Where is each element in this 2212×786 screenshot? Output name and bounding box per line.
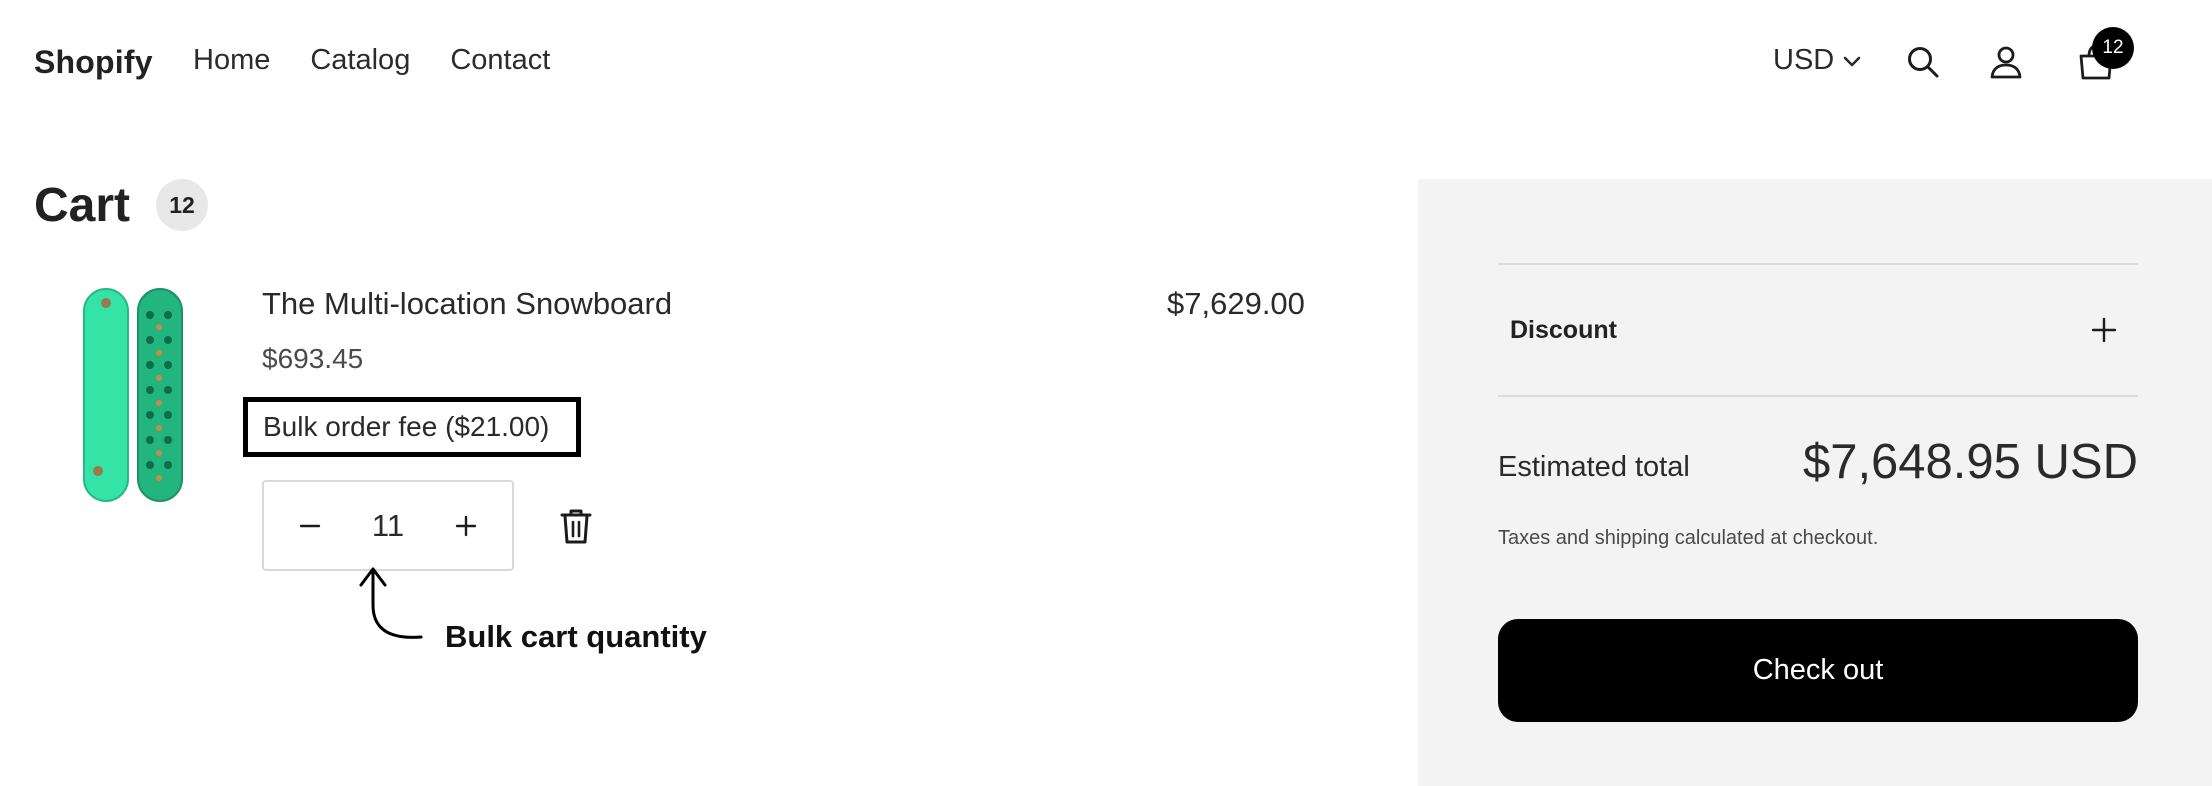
currency-label: USD [1773,44,1835,76]
cart-item-count-badge: 12 [156,179,208,231]
line-item-total: $7,629.00 [1167,286,1305,321]
discount-label: Discount [1510,315,1617,344]
site-header: Shopify Home Catalog Contact USD 12 [0,0,2212,125]
estimated-total-label: Estimated total [1498,451,1690,483]
summary-divider-bottom [1498,395,2138,397]
quantity-increase-button[interactable] [446,506,486,546]
nav-contact[interactable]: Contact [450,44,550,77]
estimated-total-value: $7,648.95 USD [1802,435,2138,489]
main-nav: Home Catalog Contact [193,44,550,77]
checkout-button[interactable]: Check out [1498,619,2138,722]
plus-icon [455,515,477,536]
quantity-stepper [262,480,514,571]
nav-home[interactable]: Home [193,44,270,77]
page-title: Cart [34,179,131,232]
plus-icon [2091,317,2117,343]
bulk-order-fee: Bulk order fee ($21.00) [243,397,581,457]
cart-count-badge: 12 [2092,27,2134,69]
quantity-decrease-button[interactable] [290,506,330,546]
discount-toggle[interactable]: Discount [1498,265,2138,395]
product-image[interactable] [80,285,190,505]
product-title[interactable]: The Multi-location Snowboard [262,286,672,322]
trash-icon[interactable] [558,506,594,546]
account-icon[interactable] [1988,44,2024,80]
brand-logo[interactable]: Shopify [34,44,153,81]
annotation-arrow-icon [355,563,425,643]
nav-catalog[interactable]: Catalog [310,44,410,77]
chevron-down-icon [1843,56,1861,66]
search-icon[interactable] [1905,44,1941,80]
minus-icon [299,524,321,527]
bulk-order-fee-label: Bulk order fee ($21.00) [263,411,550,442]
quantity-input[interactable] [348,507,428,544]
annotation-label: Bulk cart quantity [445,619,707,654]
currency-selector[interactable]: USD [1773,44,1862,77]
taxes-note: Taxes and shipping calculated at checkou… [1498,527,1879,549]
product-unit-price: $693.45 [262,343,364,374]
